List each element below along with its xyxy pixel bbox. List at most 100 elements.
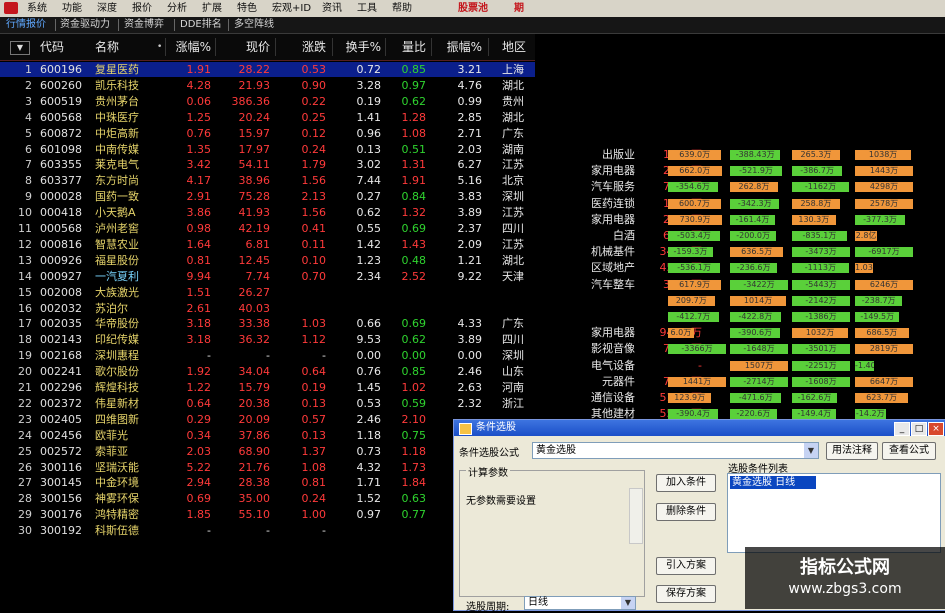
table-row[interactable]: 5 600872 中炬高新 0.76 15.97 0.12 0.96 1.08 2.71 广东 xyxy=(0,126,535,141)
condition-list-item[interactable]: 黄金选股 日线 xyxy=(730,476,816,489)
table-row[interactable]: 8 603377 东方时尚 4.17 38.96 1.56 7.44 1.91 5.16 北京 xyxy=(0,173,535,188)
table-row[interactable]: 22 002372 伟星新材 0.64 20.38 0.13 0.53 0.59 2.32 浙江 xyxy=(0,396,535,411)
tab-fund-drive[interactable]: 资金驱动力 xyxy=(60,17,110,33)
col-header-change[interactable]: 涨跌 xyxy=(276,34,326,60)
menu-item-extend[interactable]: 扩展 xyxy=(202,0,222,17)
table-row[interactable]: 20 002241 歌尔股份 1.92 34.04 0.64 0.76 0.85 2.46 山东 xyxy=(0,364,535,379)
minimize-icon[interactable]: _ xyxy=(894,422,910,436)
fund-flow-bar: 1038万 xyxy=(855,150,912,160)
fund-flow-bar: 623.7万 xyxy=(855,393,909,403)
tab-separator xyxy=(118,19,119,31)
col-header-change-pct[interactable]: 涨幅% xyxy=(166,34,211,60)
close-icon[interactable]: × xyxy=(928,422,944,436)
table-row[interactable]: 18 002143 印纪传媒 3.18 36.32 1.12 9.53 0.62 3.89 四川 xyxy=(0,332,535,347)
row-region: 广东 xyxy=(502,317,524,331)
col-header-amplitude[interactable]: 振幅% xyxy=(432,34,482,60)
table-row[interactable]: 2 600260 凯乐科技 4.28 21.93 0.90 3.28 0.97 4.76 湖北 xyxy=(0,78,535,93)
row-change-pct: 2.91 xyxy=(186,190,212,204)
row-name: 印纪传媒 xyxy=(95,333,139,347)
import-plan-button[interactable]: 引入方案 xyxy=(656,557,716,575)
maximize-icon[interactable]: □ xyxy=(911,422,927,436)
tab-long-short[interactable]: 多空阵线 xyxy=(234,17,274,33)
row-price: 26.27 xyxy=(238,285,271,299)
table-row[interactable]: 7 603355 莱克电气 3.42 54.11 1.79 3.02 1.31 6.27 江苏 xyxy=(0,157,535,172)
row-region: 四川 xyxy=(502,333,524,347)
table-row[interactable]: 6 601098 中南传媒 1.35 17.97 0.24 0.13 0.51 2.03 湖南 xyxy=(0,142,535,157)
menu-item-tools[interactable]: 工具 xyxy=(357,0,377,17)
row-turnover: 3.28 xyxy=(356,78,382,92)
menu-item-analysis[interactable]: 分析 xyxy=(167,0,187,17)
table-row[interactable]: 9 000028 国药一致 2.91 75.28 2.13 0.27 0.84 3.83 深圳 xyxy=(0,189,535,204)
chevron-down-icon[interactable]: ▼ xyxy=(804,443,818,458)
row-price: 41.93 xyxy=(238,206,271,220)
table-row[interactable]: 17 002035 华帝股份 3.18 33.38 1.03 0.66 0.69 4.33 广东 xyxy=(0,316,535,331)
row-region: 湖南 xyxy=(502,142,524,156)
row-name: 复星医药 xyxy=(95,63,139,76)
row-price: 7.74 xyxy=(245,269,271,283)
industry-name: 白酒 xyxy=(613,229,635,242)
row-volume-ratio: 2.10 xyxy=(401,412,427,426)
col-header-name[interactable]: 名称 xyxy=(95,34,119,60)
fund-flow-bar: -159.3万 xyxy=(668,247,713,258)
row-name: 欧菲光 xyxy=(95,428,128,442)
sort-dropdown-icon[interactable]: ▼ xyxy=(10,41,30,55)
menu-item-news[interactable]: 资讯 xyxy=(322,0,342,17)
row-index: 19 xyxy=(18,349,32,363)
menu-item-help[interactable]: 帮助 xyxy=(392,0,412,17)
row-change-pct: 2.94 xyxy=(186,476,212,490)
row-change: 0.13 xyxy=(301,396,327,410)
table-row[interactable]: 10 000418 小天鹅A 3.86 41.93 1.56 0.62 1.32 3.89 江苏 xyxy=(0,205,535,220)
row-price: - xyxy=(266,349,270,363)
row-turnover: 3.02 xyxy=(356,158,382,172)
fund-flow-bar: 130.3万 xyxy=(792,214,836,225)
table-row[interactable]: 4 600568 中珠医疗 1.25 20.24 0.25 1.41 1.28 2.85 湖北 xyxy=(0,110,535,125)
fund-flow-bar: 265.3万 xyxy=(792,150,840,160)
row-volume-ratio: 0.77 xyxy=(401,508,427,522)
industry-row: 区域地产450.5万-536.1万-236.6万-1113万1.03亿 xyxy=(540,260,945,275)
menu-item-macro[interactable]: 宏观+ID xyxy=(272,0,311,17)
table-row[interactable]: 16 002032 苏泊尔 2.61 40.03 xyxy=(0,301,535,316)
row-price: 21.93 xyxy=(238,78,271,92)
row-name: 国药一致 xyxy=(95,190,139,204)
usage-notes-button[interactable]: 用法注释 xyxy=(826,442,878,460)
fund-flow-bar: -388.43万 xyxy=(730,150,781,160)
add-condition-button[interactable]: 加入条件 xyxy=(656,474,716,492)
col-header-price[interactable]: 现价 xyxy=(216,34,270,60)
chevron-down-icon[interactable]: ▼ xyxy=(621,597,635,609)
dialog-titlebar[interactable]: 条件选股 _ □ × xyxy=(454,420,945,436)
col-header-region[interactable]: 地区 xyxy=(502,34,526,60)
menu-item-function[interactable]: 功能 xyxy=(62,0,82,17)
menu-item-stock-pool[interactable]: 股票池 xyxy=(458,0,488,17)
table-row[interactable]: 1 600196 复星医药 1.91 28.22 0.53 0.72 0.85 3.21 上海 xyxy=(0,62,535,77)
formula-select[interactable]: 黄金选股 ▼ xyxy=(532,442,819,459)
table-row[interactable]: 11 000568 泸州老窖 0.98 42.19 0.41 0.55 0.69 2.37 四川 xyxy=(0,221,535,236)
view-formula-button[interactable]: 查看公式 xyxy=(882,442,936,460)
menu-item-futures[interactable]: 期 xyxy=(514,0,524,17)
condition-list[interactable]: 黄金选股 日线 xyxy=(727,473,941,553)
menu-item-feature[interactable]: 特色 xyxy=(237,0,257,17)
period-select[interactable]: 日线 ▼ xyxy=(524,596,636,610)
table-row[interactable]: 13 000926 福星股份 0.81 12.45 0.10 1.23 0.48 1.21 湖北 xyxy=(0,253,535,268)
delete-condition-button[interactable]: 删除条件 xyxy=(656,503,716,521)
table-row[interactable]: 3 600519 贵州茅台 0.06 386.36 0.22 0.19 0.62 0.99 贵州 xyxy=(0,94,535,109)
col-header-turnover[interactable]: 换手% xyxy=(333,34,381,60)
table-row[interactable]: 19 002168 深圳惠程 - - - 0.00 0.00 0.00 深圳 xyxy=(0,348,535,363)
menu-item-quote[interactable]: 报价 xyxy=(132,0,152,17)
params-scrollbar[interactable] xyxy=(629,488,643,544)
fund-flow-bar: -1113万 xyxy=(792,263,849,274)
row-region: 湖北 xyxy=(502,78,524,92)
table-row[interactable]: 12 000816 智慧农业 1.64 6.81 0.11 1.42 1.43 2.09 江苏 xyxy=(0,237,535,252)
table-row[interactable]: 14 000927 一汽夏利 9.94 7.74 0.70 2.34 2.52 9.22 天津 xyxy=(0,269,535,284)
menu-item-depth[interactable]: 深度 xyxy=(97,0,117,17)
formula-select-value: 黄金选股 xyxy=(536,445,576,456)
save-plan-button[interactable]: 保存方案 xyxy=(656,585,716,603)
tab-fund-game[interactable]: 资金博弈 xyxy=(124,17,164,33)
tab-dde-rank[interactable]: DDE排名 xyxy=(180,17,222,33)
col-header-code[interactable]: 代码 xyxy=(40,34,64,60)
menu-item-system[interactable]: 系统 xyxy=(27,0,47,17)
table-row[interactable]: 21 002296 辉煌科技 1.22 15.79 0.19 1.45 1.02 2.63 河南 xyxy=(0,380,535,395)
col-header-volume-ratio[interactable]: 量比 xyxy=(386,34,426,60)
fund-flow-bar: -149.4万 xyxy=(792,409,837,420)
table-row[interactable]: 15 002008 大族激光 1.51 26.27 xyxy=(0,285,535,300)
tab-quotes[interactable]: 行情报价 xyxy=(6,17,46,33)
